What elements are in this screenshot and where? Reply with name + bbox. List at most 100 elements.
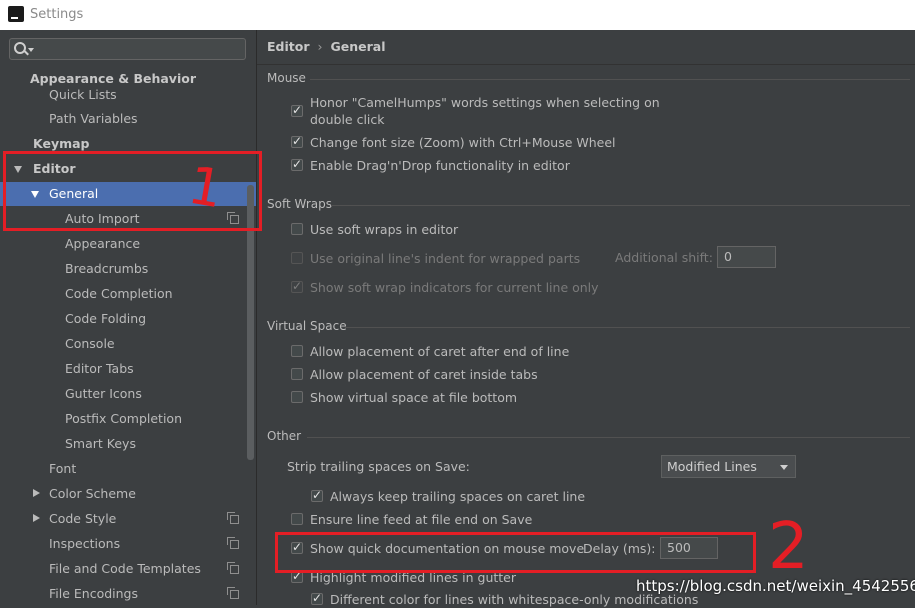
label-ensure-line-feed[interactable]: Ensure line feed at file end on Save — [310, 511, 532, 528]
project-settings-icon — [227, 587, 239, 599]
annotation-mark-2: 2 — [768, 510, 809, 584]
watermark: https://blog.csdn.net/weixin_45425561 — [636, 577, 915, 595]
sidebar-item-file-and-code-templates[interactable]: File and Code Templates — [0, 557, 256, 581]
sidebar-item-editor-tabs[interactable]: Editor Tabs — [0, 357, 256, 381]
sidebar-item-label: Gutter Icons — [65, 386, 142, 401]
label-caret-inside-tabs[interactable]: Allow placement of caret inside tabs — [310, 366, 538, 383]
checkbox-soft-wraps[interactable] — [291, 223, 303, 235]
checkbox-caret-after-eol[interactable] — [291, 345, 303, 357]
label-zoom-ctrl-wheel[interactable]: Change font size (Zoom) with Ctrl+Mouse … — [310, 134, 616, 151]
sidebar-item-label: Keymap — [33, 136, 90, 151]
checkbox-caret-inside-tabs[interactable] — [291, 368, 303, 380]
checkbox-whitespace-color[interactable] — [311, 591, 323, 605]
project-settings-icon — [227, 512, 239, 524]
breadcrumb-separator: › — [317, 39, 323, 54]
section-rule — [307, 437, 910, 438]
sidebar-item-breadcrumbs[interactable]: Breadcrumbs — [0, 257, 256, 281]
sidebar-item-color-scheme[interactable]: Color Scheme — [0, 482, 256, 506]
search-icon — [14, 42, 26, 54]
label-keep-trailing-caret[interactable]: Always keep trailing spaces on caret lin… — [330, 488, 585, 505]
sidebar-item-appearance[interactable]: Appearance — [0, 232, 256, 256]
section-other: Other — [267, 429, 910, 443]
label-caret-after-eol[interactable]: Allow placement of caret after end of li… — [310, 343, 569, 360]
sidebar-item-label: Editor Tabs — [65, 361, 134, 376]
section-title: Mouse — [267, 71, 306, 85]
breadcrumb: Editor › General — [267, 39, 386, 54]
sidebar-item-label: Breadcrumbs — [65, 261, 149, 276]
sidebar-item-inspections[interactable]: Inspections — [0, 532, 256, 556]
sidebar-item-label: Color Scheme — [49, 486, 136, 501]
breadcrumb-current: General — [330, 39, 386, 54]
section-title: Soft Wraps — [267, 197, 332, 211]
expand-arrow-icon[interactable] — [33, 514, 40, 522]
checkbox-zoom-ctrl-wheel[interactable] — [291, 134, 303, 148]
sidebar-item-code-style[interactable]: Code Style — [0, 507, 256, 531]
project-settings-icon — [227, 537, 239, 549]
checkbox-ensure-line-feed[interactable] — [291, 513, 303, 525]
label-drag-n-drop[interactable]: Enable Drag'n'Drop functionality in edit… — [310, 157, 570, 174]
sidebar-item-postfix-completion[interactable]: Postfix Completion — [0, 407, 256, 431]
sidebar-item-label: Code Completion — [65, 286, 173, 301]
checkbox-keep-trailing-caret[interactable] — [311, 488, 323, 502]
sidebar-item-gutter-icons[interactable]: Gutter Icons — [0, 382, 256, 406]
intellij-app-icon — [8, 6, 24, 22]
sidebar-item-code-folding[interactable]: Code Folding — [0, 307, 256, 331]
sidebar-item-label: Inspections — [49, 536, 121, 551]
section-title: Virtual Space — [267, 319, 347, 333]
sidebar-item-quick-lists[interactable]: Quick Lists — [0, 83, 256, 107]
sidebar-item-label: Code Folding — [65, 311, 147, 326]
checkbox-camelhumps[interactable] — [291, 103, 303, 117]
title-bar: Settings — [0, 0, 915, 30]
sidebar-item-label: Quick Lists — [49, 87, 117, 102]
label-camelhumps[interactable]: Honor "CamelHumps" words settings when s… — [310, 94, 660, 128]
label-line: Honor "CamelHumps" words settings when s… — [310, 95, 660, 110]
sidebar-item-label: Postfix Completion — [65, 411, 182, 426]
additional-shift-label: Additional shift: — [615, 250, 713, 265]
additional-shift-field[interactable]: 0 — [717, 246, 776, 268]
sidebar-item-label: File Encodings — [49, 586, 139, 601]
search-dropdown-icon[interactable] — [28, 48, 34, 52]
label-virtual-space-bottom[interactable]: Show virtual space at file bottom — [310, 389, 517, 406]
chevron-down-icon — [780, 465, 788, 470]
sidebar-item-label: Smart Keys — [65, 436, 136, 451]
sidebar-item-label: File and Code Templates — [49, 561, 201, 576]
label-soft-wraps[interactable]: Use soft wraps in editor — [310, 221, 458, 238]
project-settings-icon — [227, 562, 239, 574]
sidebar-item-label: Console — [65, 336, 115, 351]
section-rule — [345, 327, 910, 328]
section-soft-wraps: Soft Wraps — [267, 197, 910, 211]
expand-arrow-icon[interactable] — [33, 489, 40, 497]
sidebar-item-console[interactable]: Console — [0, 332, 256, 356]
search-input[interactable] — [9, 38, 246, 60]
settings-sidebar: Appearance & Behavior Quick Lists Path V… — [0, 30, 256, 605]
strip-trailing-select[interactable]: Modified Lines — [661, 455, 796, 478]
sidebar-item-label: Appearance — [65, 236, 141, 251]
section-rule — [310, 79, 910, 80]
section-mouse: Mouse — [267, 71, 910, 85]
checkbox-original-indent[interactable] — [291, 252, 303, 264]
label-line: double click — [310, 112, 385, 127]
header-divider — [257, 64, 915, 65]
section-rule — [331, 205, 910, 206]
sidebar-item-file-encodings[interactable]: File Encodings — [0, 582, 256, 605]
label-soft-wrap-indicators[interactable]: Show soft wrap indicators for current li… — [310, 279, 599, 296]
sidebar-item-path-variables[interactable]: Path Variables — [0, 107, 256, 131]
sidebar-item-smart-keys[interactable]: Smart Keys — [0, 432, 256, 456]
sidebar-item-label: Font — [49, 461, 77, 476]
sidebar-item-font[interactable]: Font — [0, 457, 256, 481]
label-original-indent[interactable]: Use original line's indent for wrapped p… — [310, 250, 580, 267]
sidebar-item-label: Code Style — [49, 511, 117, 526]
breadcrumb-parent[interactable]: Editor — [267, 39, 310, 54]
strip-trailing-label: Strip trailing spaces on Save: — [287, 459, 470, 474]
settings-content: Editor › General Mouse Honor "CamelHumps" … — [257, 30, 915, 607]
window-title: Settings — [30, 7, 84, 22]
checkbox-virtual-space-bottom[interactable] — [291, 391, 303, 403]
section-virtual-space: Virtual Space — [267, 319, 910, 333]
sidebar-item-code-completion[interactable]: Code Completion — [0, 282, 256, 306]
section-title: Other — [267, 429, 302, 443]
checkbox-drag-n-drop[interactable] — [291, 157, 303, 171]
sidebar-item-label: Path Variables — [49, 111, 138, 126]
strip-trailing-value: Modified Lines — [667, 459, 757, 474]
annotation-box-2 — [275, 532, 756, 573]
checkbox-soft-wrap-indicators[interactable] — [291, 279, 303, 293]
